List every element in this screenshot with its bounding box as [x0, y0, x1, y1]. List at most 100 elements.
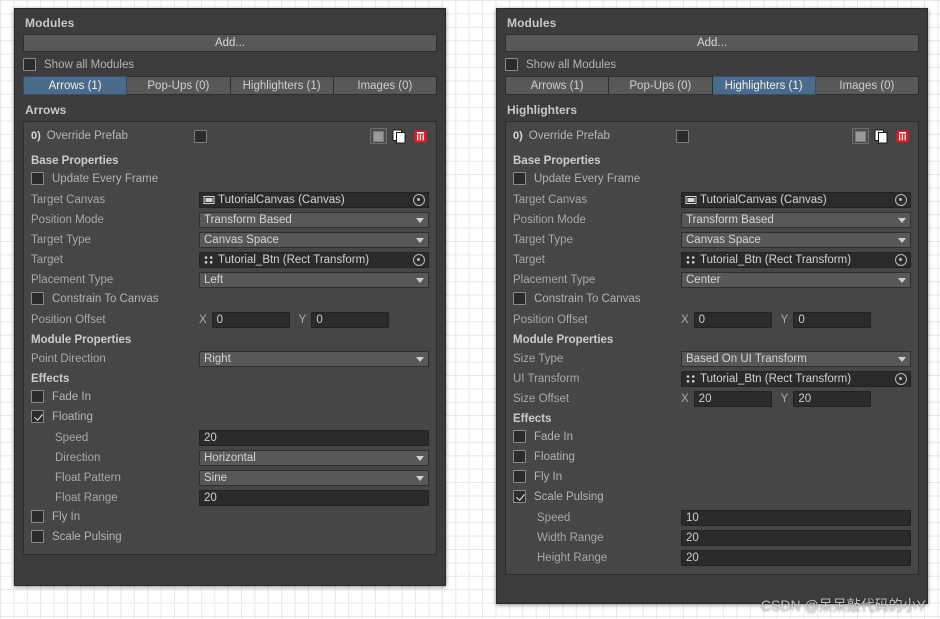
- checkbox-floating[interactable]: [513, 450, 526, 463]
- checkbox-constrain-to-canvas[interactable]: [31, 292, 44, 305]
- dropdown-direction[interactable]: Horizontal: [199, 450, 429, 466]
- checkbox-fade-in[interactable]: [31, 390, 44, 403]
- checkbox-update-every-frame[interactable]: [513, 172, 526, 185]
- text-input-height-range[interactable]: 20: [681, 550, 911, 566]
- module-action-icons: [370, 128, 429, 144]
- checkbox-row-fly-in: Fly In: [31, 508, 429, 525]
- property-label: Position Mode: [513, 214, 586, 226]
- chevron-down-icon: [416, 217, 424, 223]
- dropdown-target-type[interactable]: Canvas Space: [681, 232, 911, 248]
- tab-images-0[interactable]: Images (0): [815, 76, 919, 95]
- object-field-target[interactable]: Tutorial_Btn (Rect Transform): [199, 252, 429, 268]
- y-input[interactable]: 0: [311, 312, 390, 328]
- tab-images-0[interactable]: Images (0): [333, 76, 437, 95]
- checkbox-floating[interactable]: [31, 410, 44, 423]
- property-field: X0Y0: [681, 312, 911, 328]
- dropdown-position-mode[interactable]: Transform Based: [681, 212, 911, 228]
- tab-highlighters-1[interactable]: Highlighters (1): [230, 76, 334, 95]
- show-all-modules-label: Show all Modules: [44, 58, 135, 71]
- property-field: Transform Based: [681, 212, 911, 228]
- property-label: Placement Type: [513, 274, 596, 286]
- object-picker-icon[interactable]: [895, 373, 907, 385]
- object-picker-icon[interactable]: [895, 254, 907, 266]
- y-input[interactable]: 20: [793, 391, 872, 407]
- property-row-position-offset: Position Offset X 0 Y 0: [31, 310, 429, 330]
- module-container: 0) Override Prefab Base Properties Update E…: [23, 121, 437, 555]
- dropdown-target-type[interactable]: Canvas Space: [199, 232, 429, 248]
- property-label: Size Offset: [513, 393, 570, 405]
- chevron-down-icon: [898, 277, 906, 283]
- dropdown-size-type[interactable]: Based On UI Transform: [681, 351, 911, 367]
- x-axis-label: X: [681, 393, 689, 405]
- dropdown-float-pattern[interactable]: Sine: [199, 470, 429, 486]
- add-module-button[interactable]: Add...: [505, 34, 919, 52]
- checkbox-fly-in[interactable]: [31, 510, 44, 523]
- prefab-square-icon[interactable]: [370, 128, 387, 144]
- checkbox-scale-pulsing[interactable]: [31, 530, 44, 543]
- checkbox-row-floating: Floating: [513, 448, 911, 465]
- object-field-target-canvas[interactable]: TutorialCanvas (Canvas): [199, 192, 429, 208]
- add-module-button[interactable]: Add...: [23, 34, 437, 52]
- dropdown-placement-type[interactable]: Center: [681, 272, 911, 288]
- text-input-width-range[interactable]: 20: [681, 530, 911, 546]
- checkbox-label: Constrain To Canvas: [52, 292, 159, 305]
- y-input[interactable]: 0: [793, 312, 872, 328]
- property-field: Canvas Space: [681, 232, 911, 248]
- dropdown-position-mode[interactable]: Transform Based: [199, 212, 429, 228]
- delete-icon[interactable]: [894, 128, 911, 144]
- text-input-speed[interactable]: 20: [199, 430, 429, 446]
- dropdown-placement-type[interactable]: Left: [199, 272, 429, 288]
- object-field-ui-transform[interactable]: Tutorial_Btn (Rect Transform): [681, 371, 911, 387]
- group-heading-effects: Effects: [513, 413, 552, 425]
- x-input[interactable]: 0: [211, 312, 290, 328]
- object-picker-icon[interactable]: [413, 254, 425, 266]
- property-row-speed: Speed 20: [31, 428, 429, 448]
- object-field-target-canvas[interactable]: TutorialCanvas (Canvas): [681, 192, 911, 208]
- property-label: Target: [513, 254, 545, 266]
- modules-panel-arrows: Modules Add... Show all Modules Arrows (1) P…: [14, 8, 446, 586]
- panel-title: Modules: [507, 16, 557, 30]
- property-row-point-direction: Point Direction Right: [31, 349, 429, 369]
- show-all-modules-row: Show all Modules: [505, 56, 919, 73]
- object-picker-icon[interactable]: [895, 194, 907, 206]
- dropdown-value: Canvas Space: [204, 234, 279, 246]
- object-picker-icon[interactable]: [413, 194, 425, 206]
- property-field: Sine: [199, 470, 429, 486]
- property-label: Position Mode: [31, 214, 104, 226]
- checkbox-show-all-modules[interactable]: [23, 58, 36, 71]
- checkbox-row-fly-in: Fly In: [513, 468, 911, 485]
- property-field: X0Y0: [199, 312, 429, 328]
- checkbox-show-all-modules[interactable]: [505, 58, 518, 71]
- object-field-target[interactable]: Tutorial_Btn (Rect Transform): [681, 252, 911, 268]
- checkbox-override-prefab[interactable]: [675, 129, 689, 143]
- text-input-speed[interactable]: 10: [681, 510, 911, 526]
- tab-pop-ups-0[interactable]: Pop-Ups (0): [127, 76, 231, 95]
- prefab-square-icon[interactable]: [852, 128, 869, 144]
- duplicate-icon[interactable]: [873, 128, 890, 144]
- text-input-float-range[interactable]: 20: [199, 490, 429, 506]
- checkbox-scale-pulsing[interactable]: [513, 490, 526, 503]
- tab-arrows-1[interactable]: Arrows (1): [23, 76, 128, 95]
- x-input[interactable]: 20: [693, 391, 772, 407]
- checkbox-fade-in[interactable]: [513, 430, 526, 443]
- x-input[interactable]: 0: [693, 312, 772, 328]
- delete-icon[interactable]: [412, 128, 429, 144]
- checkbox-label: Scale Pulsing: [52, 530, 122, 543]
- checkbox-constrain-to-canvas[interactable]: [513, 292, 526, 305]
- property-field: TutorialCanvas (Canvas): [681, 192, 911, 208]
- checkbox-override-prefab[interactable]: [193, 129, 207, 143]
- chevron-down-icon: [898, 356, 906, 362]
- checkbox-update-every-frame[interactable]: [31, 172, 44, 185]
- tab-highlighters-1[interactable]: Highlighters (1): [712, 76, 816, 95]
- tab-arrows-1[interactable]: Arrows (1): [505, 76, 610, 95]
- tab-pop-ups-0[interactable]: Pop-Ups (0): [609, 76, 713, 95]
- property-row-target-canvas: Target Canvas TutorialCanvas (Canvas): [31, 190, 429, 210]
- checkbox-label: Fade In: [52, 390, 91, 403]
- checkbox-label: Fade In: [534, 430, 573, 443]
- dropdown-point-direction[interactable]: Right: [199, 351, 429, 367]
- checkbox-row-fade-in: Fade In: [513, 428, 911, 445]
- duplicate-icon[interactable]: [391, 128, 408, 144]
- checkbox-label: Update Every Frame: [534, 172, 641, 185]
- checkbox-fly-in[interactable]: [513, 470, 526, 483]
- property-label: Width Range: [537, 532, 604, 544]
